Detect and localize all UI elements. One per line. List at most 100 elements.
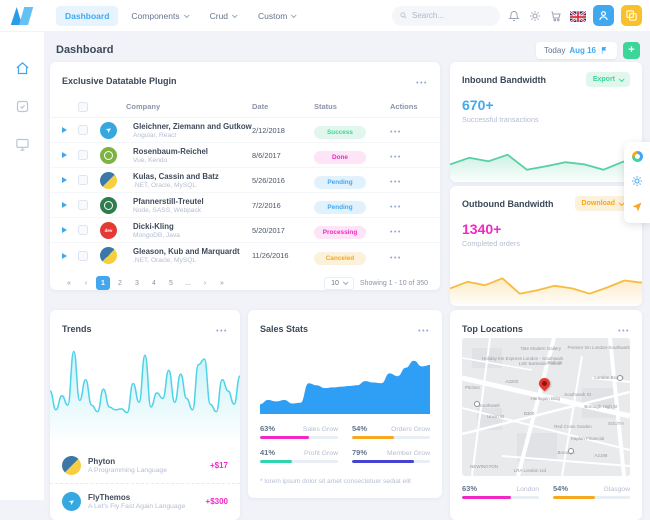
map-label: SOUTH — [608, 421, 624, 426]
search-input[interactable] — [412, 11, 492, 20]
status-badge: Success — [314, 126, 366, 139]
row-actions-button[interactable] — [390, 171, 428, 189]
row-expand-icon[interactable] — [62, 202, 67, 208]
language-button[interactable] — [570, 10, 586, 22]
row-checkbox[interactable] — [78, 125, 88, 135]
page-button-3[interactable]: 3 — [130, 276, 144, 290]
row-checkbox[interactable] — [78, 175, 88, 185]
add-report-button[interactable]: + — [623, 42, 640, 59]
uk-flag-icon — [570, 11, 586, 22]
profile-button[interactable] — [593, 5, 614, 26]
stat-label: Sales Grow — [303, 426, 338, 433]
trend-list-item[interactable]: Phyton A Programming Language +$17 — [50, 448, 240, 483]
card-menu-button[interactable] — [416, 72, 428, 90]
stat-orders-grow: 54% Orders Grow — [352, 424, 430, 439]
row-date: 11/26/2016 — [252, 251, 314, 260]
date-range-button[interactable]: Today Aug 16 — [536, 42, 617, 59]
row-checkbox[interactable] — [78, 200, 88, 210]
page-title: Dashboard — [56, 44, 113, 56]
shopping-cart-icon — [550, 10, 562, 22]
column-actions: Actions — [390, 102, 428, 111]
row-expand-icon[interactable] — [62, 127, 67, 133]
stat-label: Orders Grow — [391, 426, 430, 433]
page-button-1[interactable]: 1 — [96, 276, 110, 290]
trend-list-item[interactable]: FlyThemos A Let's Fly Fast Again Languag… — [50, 483, 240, 519]
page-size-select[interactable]: 10 — [324, 277, 354, 290]
map-label: Southwark St — [564, 392, 591, 397]
page-last-button[interactable]: » — [215, 276, 229, 290]
card-menu-button[interactable] — [618, 320, 630, 338]
table-row[interactable]: Gleason, Kub and Marquardt.NET, Oracle, … — [50, 243, 440, 268]
progress-bar — [352, 460, 430, 463]
left-sidebar — [0, 32, 44, 500]
status-badge: Processing — [314, 226, 366, 239]
app-logo[interactable] — [0, 6, 44, 26]
company-name: Gleichner, Ziemann and Gutkowski — [133, 122, 252, 131]
table-row[interactable]: Rosenbaum-ReichelVue, Kendo 8/6/2017 Don… — [50, 143, 440, 168]
card-menu-button[interactable] — [418, 320, 430, 338]
map-label: LRA London Ltd — [514, 468, 546, 473]
row-actions-button[interactable] — [390, 196, 428, 214]
sales-chart — [260, 338, 430, 414]
flyout-settings-button[interactable] — [630, 174, 644, 188]
row-expand-icon[interactable] — [62, 152, 67, 158]
map-label: Pitches — [465, 385, 480, 390]
cart-button[interactable] — [549, 9, 563, 23]
progress-bar — [462, 496, 539, 499]
search-box[interactable] — [392, 6, 500, 26]
share-button[interactable] — [630, 200, 644, 214]
row-expand-icon[interactable] — [62, 227, 67, 233]
export-label: Export — [593, 76, 615, 83]
sidebar-item-dashboard[interactable] — [14, 60, 30, 76]
page-button-2[interactable]: 2 — [113, 276, 127, 290]
company-logo-dev-icon — [100, 222, 117, 239]
stat-percent: 54% — [352, 424, 367, 433]
notifications-button[interactable] — [507, 9, 521, 23]
row-checkbox[interactable] — [78, 251, 88, 261]
row-actions-button[interactable] — [390, 221, 428, 239]
download-button[interactable]: Download — [575, 196, 630, 211]
apps-button[interactable] — [621, 5, 642, 26]
page-prev-button[interactable]: ‹ — [79, 276, 93, 290]
table-row[interactable]: Pfannerstill-TreutelNode, SASS, Webpack … — [50, 193, 440, 218]
card-menu-button[interactable] — [216, 320, 228, 338]
company-tech: MongoDB, Java — [133, 232, 252, 239]
row-expand-icon[interactable] — [62, 253, 67, 259]
table-header: Company Date Status Actions — [50, 96, 440, 118]
theme-switcher-icon[interactable] — [632, 151, 643, 162]
telegram-icon — [62, 492, 81, 511]
row-expand-icon[interactable] — [62, 177, 67, 183]
chevron-down-icon — [343, 279, 349, 285]
showing-text: Showing 1 - 10 of 350 — [360, 280, 428, 287]
page-first-button[interactable]: « — [62, 276, 76, 290]
row-checkbox[interactable] — [78, 225, 88, 235]
company-tech: Angular, React — [133, 132, 252, 139]
table-row[interactable]: Kulas, Cassin and Batz.NET, Oracle, MySQ… — [50, 168, 440, 193]
page-next-button[interactable]: › — [198, 276, 212, 290]
stat-percent: 79% — [352, 448, 367, 457]
status-badge: Done — [314, 151, 366, 164]
select-all-checkbox[interactable] — [78, 102, 88, 112]
top-locations-card: Top Locations Tate Modern GalleryHoliday… — [450, 310, 642, 520]
sidebar-item-crud[interactable] — [14, 136, 30, 152]
company-tech: Node, SASS, Webpack — [133, 207, 252, 214]
stat-percent: 63% — [260, 424, 275, 433]
row-actions-button[interactable] — [390, 247, 428, 265]
export-button[interactable]: Export — [586, 72, 630, 87]
row-actions-button[interactable] — [390, 146, 428, 164]
page-button-4[interactable]: 4 — [147, 276, 161, 290]
column-status: Status — [314, 102, 390, 111]
locations-map[interactable]: Tate Modern GalleryHoliday Inn Express L… — [462, 338, 630, 476]
settings-button[interactable] — [528, 9, 542, 23]
page-button-5[interactable]: 5 — [164, 276, 178, 290]
sidebar-item-components[interactable] — [14, 98, 30, 114]
row-actions-button[interactable] — [390, 121, 428, 139]
row-checkbox[interactable] — [78, 150, 88, 160]
table-row[interactable]: Dicki-KlingMongoDB, Java 5/20/2017 Proce… — [50, 218, 440, 243]
table-row[interactable]: Gleichner, Ziemann and GutkowskiAngular,… — [50, 118, 440, 143]
nav-item-components[interactable]: Components — [122, 6, 196, 26]
nav-item-crud[interactable]: Crud — [201, 6, 245, 26]
nav-item-dashboard[interactable]: Dashboard — [56, 6, 118, 26]
nav-item-custom[interactable]: Custom — [249, 6, 304, 26]
python-icon — [62, 456, 81, 475]
